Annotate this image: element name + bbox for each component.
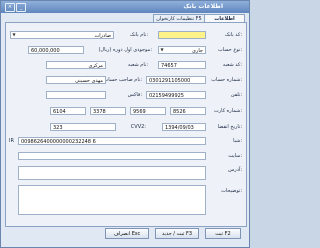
branch-code-field[interactable]: 74657 [158,61,206,69]
address-field[interactable] [18,166,206,180]
general-info-panel: کد بانک: نام بانک: صادرات ▼ نوع حساب: جا… [5,22,247,227]
bank-name-label: نام بانک: [129,32,148,38]
notes-field[interactable] [18,185,206,215]
sheba-field[interactable]: 0098626400000000232248 6 [18,137,206,145]
card-number-part-4[interactable]: 8526 [170,107,206,115]
phone-label: تلفن: [230,92,242,98]
phone-field[interactable]: 02159499925 [146,91,206,99]
fax-field[interactable] [46,91,106,99]
cvv2-label: CVV2: [130,124,146,130]
bank-info-window: × _ اطلاعات بانک اطلاعات عمومی F4 تنظیما… [0,0,250,248]
cvv2-field[interactable]: 323 [50,123,116,131]
website-field[interactable] [18,152,206,160]
branch-name-label: نام شعبه: [127,62,148,68]
card-number-part-1[interactable]: 6104 [50,107,86,115]
bank-name-select[interactable]: صادرات ▼ [10,31,114,39]
owner-field[interactable]: مهدی حسینی [46,76,106,84]
website-label: سایت: [228,153,242,159]
bank-name-value: صادرات [94,33,111,39]
sheba-prefix: IR [9,138,14,144]
branch-name-field[interactable]: مرکزی [46,61,106,69]
opening-balance-label: موجودی اول دوره (ریال): [98,47,152,53]
code-field[interactable] [158,31,206,39]
save-button[interactable]: ثبت F2 [205,228,241,239]
address-label: آدرس: [228,167,242,173]
minimize-button[interactable]: _ [16,3,26,12]
title-bar: × _ اطلاعات بانک [1,1,249,13]
cancel-button[interactable]: انصراف Esc [105,228,149,239]
branch-code-label: کد شعبه: [222,62,242,68]
card-number-label: شماره کارت: [214,108,242,114]
chevron-down-icon[interactable]: ▼ [159,47,165,53]
code-label: کد بانک: [224,32,242,38]
sheba-label: شبا: [233,138,242,144]
owner-label: نام صاحب حساب: [103,77,142,83]
chevron-down-icon[interactable]: ▼ [11,32,17,38]
account-number-label: شماره حساب: [211,77,242,83]
account-number-field[interactable]: 0301291105000 [146,76,206,84]
notes-label: توضیحات: [221,188,242,194]
fax-label: فاکس: [127,92,142,98]
close-button[interactable]: × [5,3,15,12]
account-type-select[interactable]: جاری ▼ [158,46,206,54]
save-new-button[interactable]: ثبت / جدید F3 [155,228,199,239]
account-type-label: نوع حساب: [217,47,242,53]
card-expiry-field[interactable]: 1394/09/03 [162,123,206,131]
window-title: اطلاعات بانک [183,3,223,10]
opening-balance-field[interactable]: 60,000,000 [28,46,84,54]
account-type-value: جاری [192,48,203,54]
card-number-part-2[interactable]: 3378 [90,107,126,115]
card-number-part-3[interactable]: 9569 [130,107,166,115]
card-expiry-label: تاریخ انقضا: [217,124,242,130]
